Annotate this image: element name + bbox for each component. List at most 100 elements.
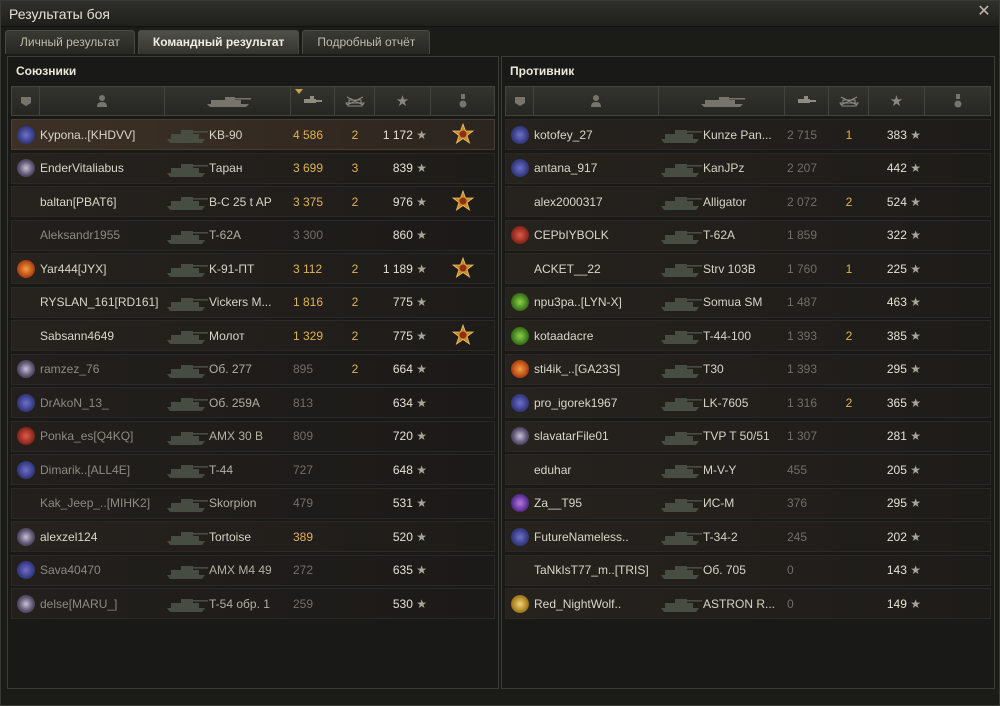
medal-column-header[interactable]: [925, 87, 990, 115]
player-name[interactable]: sti4ik_..[GA23S]: [534, 362, 659, 376]
player-name[interactable]: slavatarFile01: [534, 429, 659, 443]
player-name[interactable]: Kak_Jeep_..[MIHK2]: [40, 496, 165, 510]
close-icon[interactable]: ✕: [975, 3, 993, 21]
platoon-column-header[interactable]: [506, 87, 534, 115]
player-name[interactable]: Dimarik..[ALL4E]: [40, 463, 165, 477]
xp-star-icon: ★: [906, 496, 921, 510]
player-row[interactable]: FutureNameless.. T-34-2 245 202 ★: [505, 521, 991, 552]
xp-column-header[interactable]: ★: [375, 87, 431, 115]
player-name[interactable]: alexzel124: [40, 530, 165, 544]
vehicle-column-header[interactable]: [659, 87, 785, 115]
kills-value: 2: [351, 328, 359, 343]
medal-icon[interactable]: [451, 122, 475, 147]
player-row[interactable]: Za__T95 ИС-М 376 295 ★: [505, 487, 991, 519]
player-row[interactable]: EnderVitaliabus Таран 3 699 3 839 ★: [11, 152, 495, 184]
player-row[interactable]: CEPbIYBOLK T-62A 1 859 322 ★: [505, 219, 991, 251]
player-row[interactable]: slavatarFile01 TVP T 50/51 1 307 281 ★: [505, 420, 991, 452]
player-name[interactable]: kotaadacre: [534, 329, 659, 343]
damage-column-header[interactable]: [291, 87, 335, 115]
player-row[interactable]: alexzel124 Tortoise 389 520 ★: [11, 521, 495, 552]
player-row[interactable]: eduhar M-V-Y 455 205 ★: [505, 454, 991, 485]
xp-column-header[interactable]: ★: [869, 87, 925, 115]
player-row[interactable]: RYSLAN_161[RD161] Vickers M... 1 816 2 775 ★: [11, 286, 495, 318]
player-row[interactable]: Kypona..[KHDVV] KB-90 4 586 2 1 172 ★: [11, 119, 495, 150]
player-row[interactable]: delse[MARU_] T-54 обр. 1 259 530 ★: [11, 588, 495, 619]
player-row[interactable]: Sabsann4649 Молот 1 329 2 775 ★: [11, 320, 495, 351]
damage-value: 2 207: [787, 161, 818, 175]
player-row[interactable]: ACKET__22 Strv 103B 1 760 1 225 ★: [505, 253, 991, 284]
clan-badge-icon: [17, 460, 35, 479]
player-name[interactable]: Ponka_es[Q4KQ]: [40, 429, 165, 443]
player-row[interactable]: kotaadacre T-44-100 1 393 2 385 ★: [505, 320, 991, 351]
player-row[interactable]: sti4ik_..[GA23S] T30 1 393 295 ★: [505, 353, 991, 385]
player-row[interactable]: pro_igorek1967 LK-7605 1 316 2 365 ★: [505, 387, 991, 418]
player-row[interactable]: antana_917 KanJPz 2 207 442 ★: [505, 152, 991, 184]
player-name[interactable]: npu3pa..[LYN-X]: [534, 295, 659, 309]
player-name[interactable]: delse[MARU_]: [40, 597, 165, 611]
player-row[interactable]: Sava40470 AMX M4 49 272 635 ★: [11, 554, 495, 586]
tank-icon: [167, 431, 208, 445]
player-name[interactable]: Sava40470: [40, 563, 165, 577]
platoon-column-header[interactable]: [12, 87, 40, 115]
tank-icon: [167, 498, 208, 512]
player-row[interactable]: ramzez_76 Об. 277 895 2 664 ★: [11, 353, 495, 385]
player-row[interactable]: kotofey_27 Kunze Pan... 2 715 1 383 ★: [505, 119, 991, 150]
xp-star-icon: ★: [412, 362, 427, 376]
player-name[interactable]: TaNkIsT77_m..[TRIS]: [534, 563, 659, 577]
kills-column-header[interactable]: [829, 87, 869, 115]
medal-column-header[interactable]: [431, 87, 494, 115]
player-row[interactable]: alex2000317 Alligator 2 072 2 524 ★: [505, 186, 991, 217]
player-name[interactable]: CEPbIYBOLK: [534, 228, 659, 242]
kills-column-header[interactable]: [335, 87, 375, 115]
medal-icon[interactable]: [451, 256, 475, 281]
player-name[interactable]: alex2000317: [534, 195, 659, 209]
player-row[interactable]: Yar444[JYX] K-91-ПТ 3 112 2 1 189 ★: [11, 253, 495, 284]
tank-icon: [167, 565, 208, 579]
tab-personal[interactable]: Личный результат: [5, 30, 135, 54]
player-name[interactable]: Red_NightWolf..: [534, 597, 659, 611]
player-name[interactable]: Za__T95: [534, 496, 659, 510]
player-name[interactable]: eduhar: [534, 463, 659, 477]
player-name[interactable]: ramzez_76: [40, 362, 165, 376]
tab-team[interactable]: Командный результат: [137, 30, 300, 54]
player-name[interactable]: ACKET__22: [534, 262, 659, 276]
player-name[interactable]: FutureNameless..: [534, 530, 659, 544]
damage-column-header[interactable]: [785, 87, 829, 115]
xp-cell: 635 ★: [375, 563, 431, 577]
player-row[interactable]: Ponka_es[Q4KQ] AMX 30 B 809 720 ★: [11, 420, 495, 452]
player-name[interactable]: DrAkoN_13_: [40, 396, 165, 410]
tank-name: K-91-ПТ: [209, 261, 255, 276]
player-row[interactable]: Aleksandr1955 T-62A 3 300 860 ★: [11, 219, 495, 251]
player-name[interactable]: antana_917: [534, 161, 659, 175]
player-row[interactable]: TaNkIsT77_m..[TRIS] Об. 705 0 143 ★: [505, 554, 991, 586]
player-name[interactable]: kotofey_27: [534, 128, 659, 142]
medal-icon[interactable]: [451, 189, 475, 214]
player-name[interactable]: Aleksandr1955: [40, 228, 165, 242]
player-row[interactable]: Red_NightWolf.. ASTRON R... 0 149 ★: [505, 588, 991, 619]
player-name[interactable]: Kypona..[KHDVV]: [40, 128, 165, 142]
tank-name: T-44: [209, 462, 234, 477]
player-row[interactable]: Kak_Jeep_..[MIHK2] Skorpion 479 531 ★: [11, 487, 495, 519]
kills-value: 2: [845, 194, 853, 209]
diamond-badge-icon: [511, 427, 529, 445]
purple-badge-icon: [511, 494, 529, 512]
player-name[interactable]: baltan[PBAT6]: [40, 195, 165, 209]
player-name[interactable]: Sabsann4649: [40, 329, 165, 343]
player-column-header[interactable]: [534, 87, 659, 115]
player-row[interactable]: npu3pa..[LYN-X] Somua SM 1 487 463 ★: [505, 286, 991, 318]
medal-icon[interactable]: [451, 323, 475, 348]
player-row[interactable]: DrAkoN_13_ Об. 259А 813 634 ★: [11, 387, 495, 418]
player-name[interactable]: Yar444[JYX]: [40, 262, 165, 276]
badge-cell: [506, 393, 534, 412]
player-row[interactable]: baltan[PBAT6] B-C 25 t AP 3 375 2 976 ★: [11, 186, 495, 217]
tank-thumbnail: [659, 523, 703, 550]
player-row[interactable]: Dimarik..[ALL4E] T-44 727 648 ★: [11, 454, 495, 485]
tank-icon: [167, 331, 208, 344]
player-name[interactable]: pro_igorek1967: [534, 396, 659, 410]
player-name[interactable]: RYSLAN_161[RD161]: [40, 295, 165, 309]
xp-star-icon: ★: [412, 194, 427, 209]
player-column-header[interactable]: [40, 87, 165, 115]
player-name[interactable]: EnderVitaliabus: [40, 161, 165, 175]
tab-detailed[interactable]: Подробный отчёт: [302, 30, 431, 54]
vehicle-column-header[interactable]: [165, 87, 291, 115]
